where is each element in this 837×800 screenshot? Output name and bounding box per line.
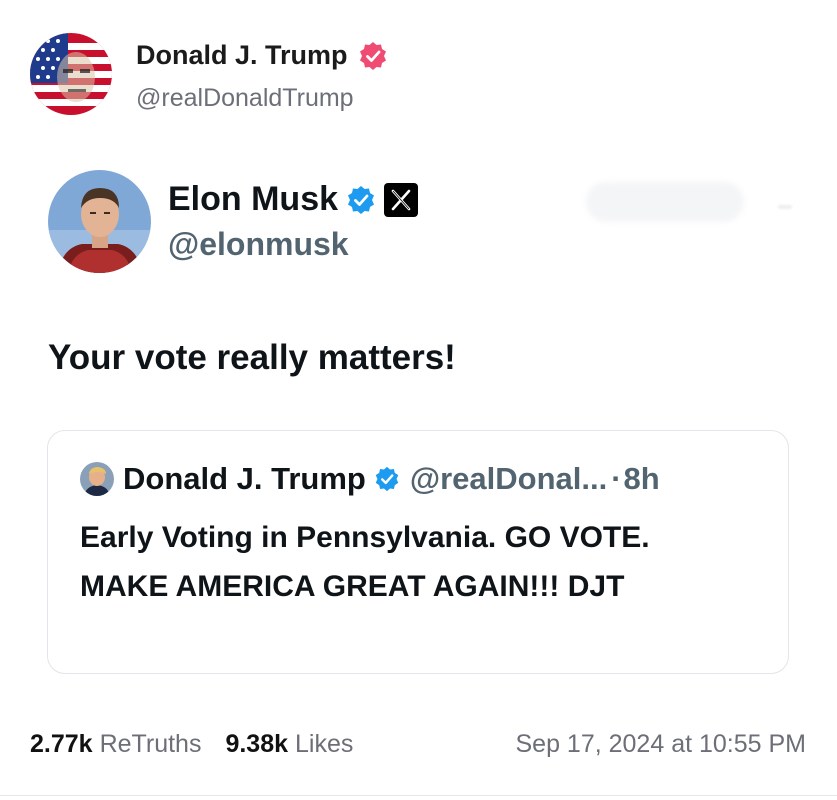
x-author-name-row: Elon Musk (168, 180, 419, 219)
quoted-author-avatar (80, 462, 114, 496)
blue-verified-badge-icon (348, 185, 375, 214)
post-timestamp[interactable]: Sep 17, 2024 at 10:55 PM (516, 730, 811, 759)
likes-stat[interactable]: 9.38k Likes (225, 730, 353, 759)
x-post-text: Your vote really matters! (48, 338, 456, 377)
retruths-stat[interactable]: 2.77k ReTruths (30, 730, 201, 759)
profile-photo-avatar-image (48, 170, 151, 273)
x-author-avatar (48, 170, 151, 273)
retruths-count: 2.77k (30, 730, 93, 758)
flag-portrait-avatar-image (30, 33, 112, 115)
blurred-more-icon (778, 205, 792, 209)
quoted-author-handle: @realDonal... (409, 461, 608, 496)
author-name-row[interactable]: Donald J. Trump (136, 40, 388, 71)
author-handle[interactable]: @realDonaldTrump (136, 84, 354, 113)
pink-verified-badge-icon (359, 41, 386, 70)
quoted-post-time: 8h (623, 461, 660, 496)
likes-label: Likes (295, 730, 354, 758)
quoted-author-name: Donald J. Trump (123, 461, 366, 496)
x-author-handle: @elonmusk (168, 226, 349, 262)
retruths-label: ReTruths (99, 730, 202, 758)
blue-verified-badge-icon (375, 466, 399, 492)
dot-separator: · (611, 461, 622, 496)
quoted-post-header: Donald J. Trump @realDonal... · 8h (80, 461, 660, 497)
quoted-post-text: Early Voting in Pennsylvania. GO VOTE. M… (80, 521, 650, 603)
author-name: Donald J. Trump (136, 40, 348, 70)
divider (0, 795, 837, 796)
blurred-follow-button (586, 182, 744, 222)
x-logo-icon (384, 182, 419, 217)
quoted-author-avatar-image (80, 462, 114, 496)
author-avatar[interactable] (30, 33, 112, 115)
post-stats-bar: 2.77k ReTruths 9.38k Likes Sep 17, 2024 … (30, 730, 810, 759)
x-author-name: Elon Musk (168, 180, 339, 218)
likes-count: 9.38k (225, 730, 289, 758)
